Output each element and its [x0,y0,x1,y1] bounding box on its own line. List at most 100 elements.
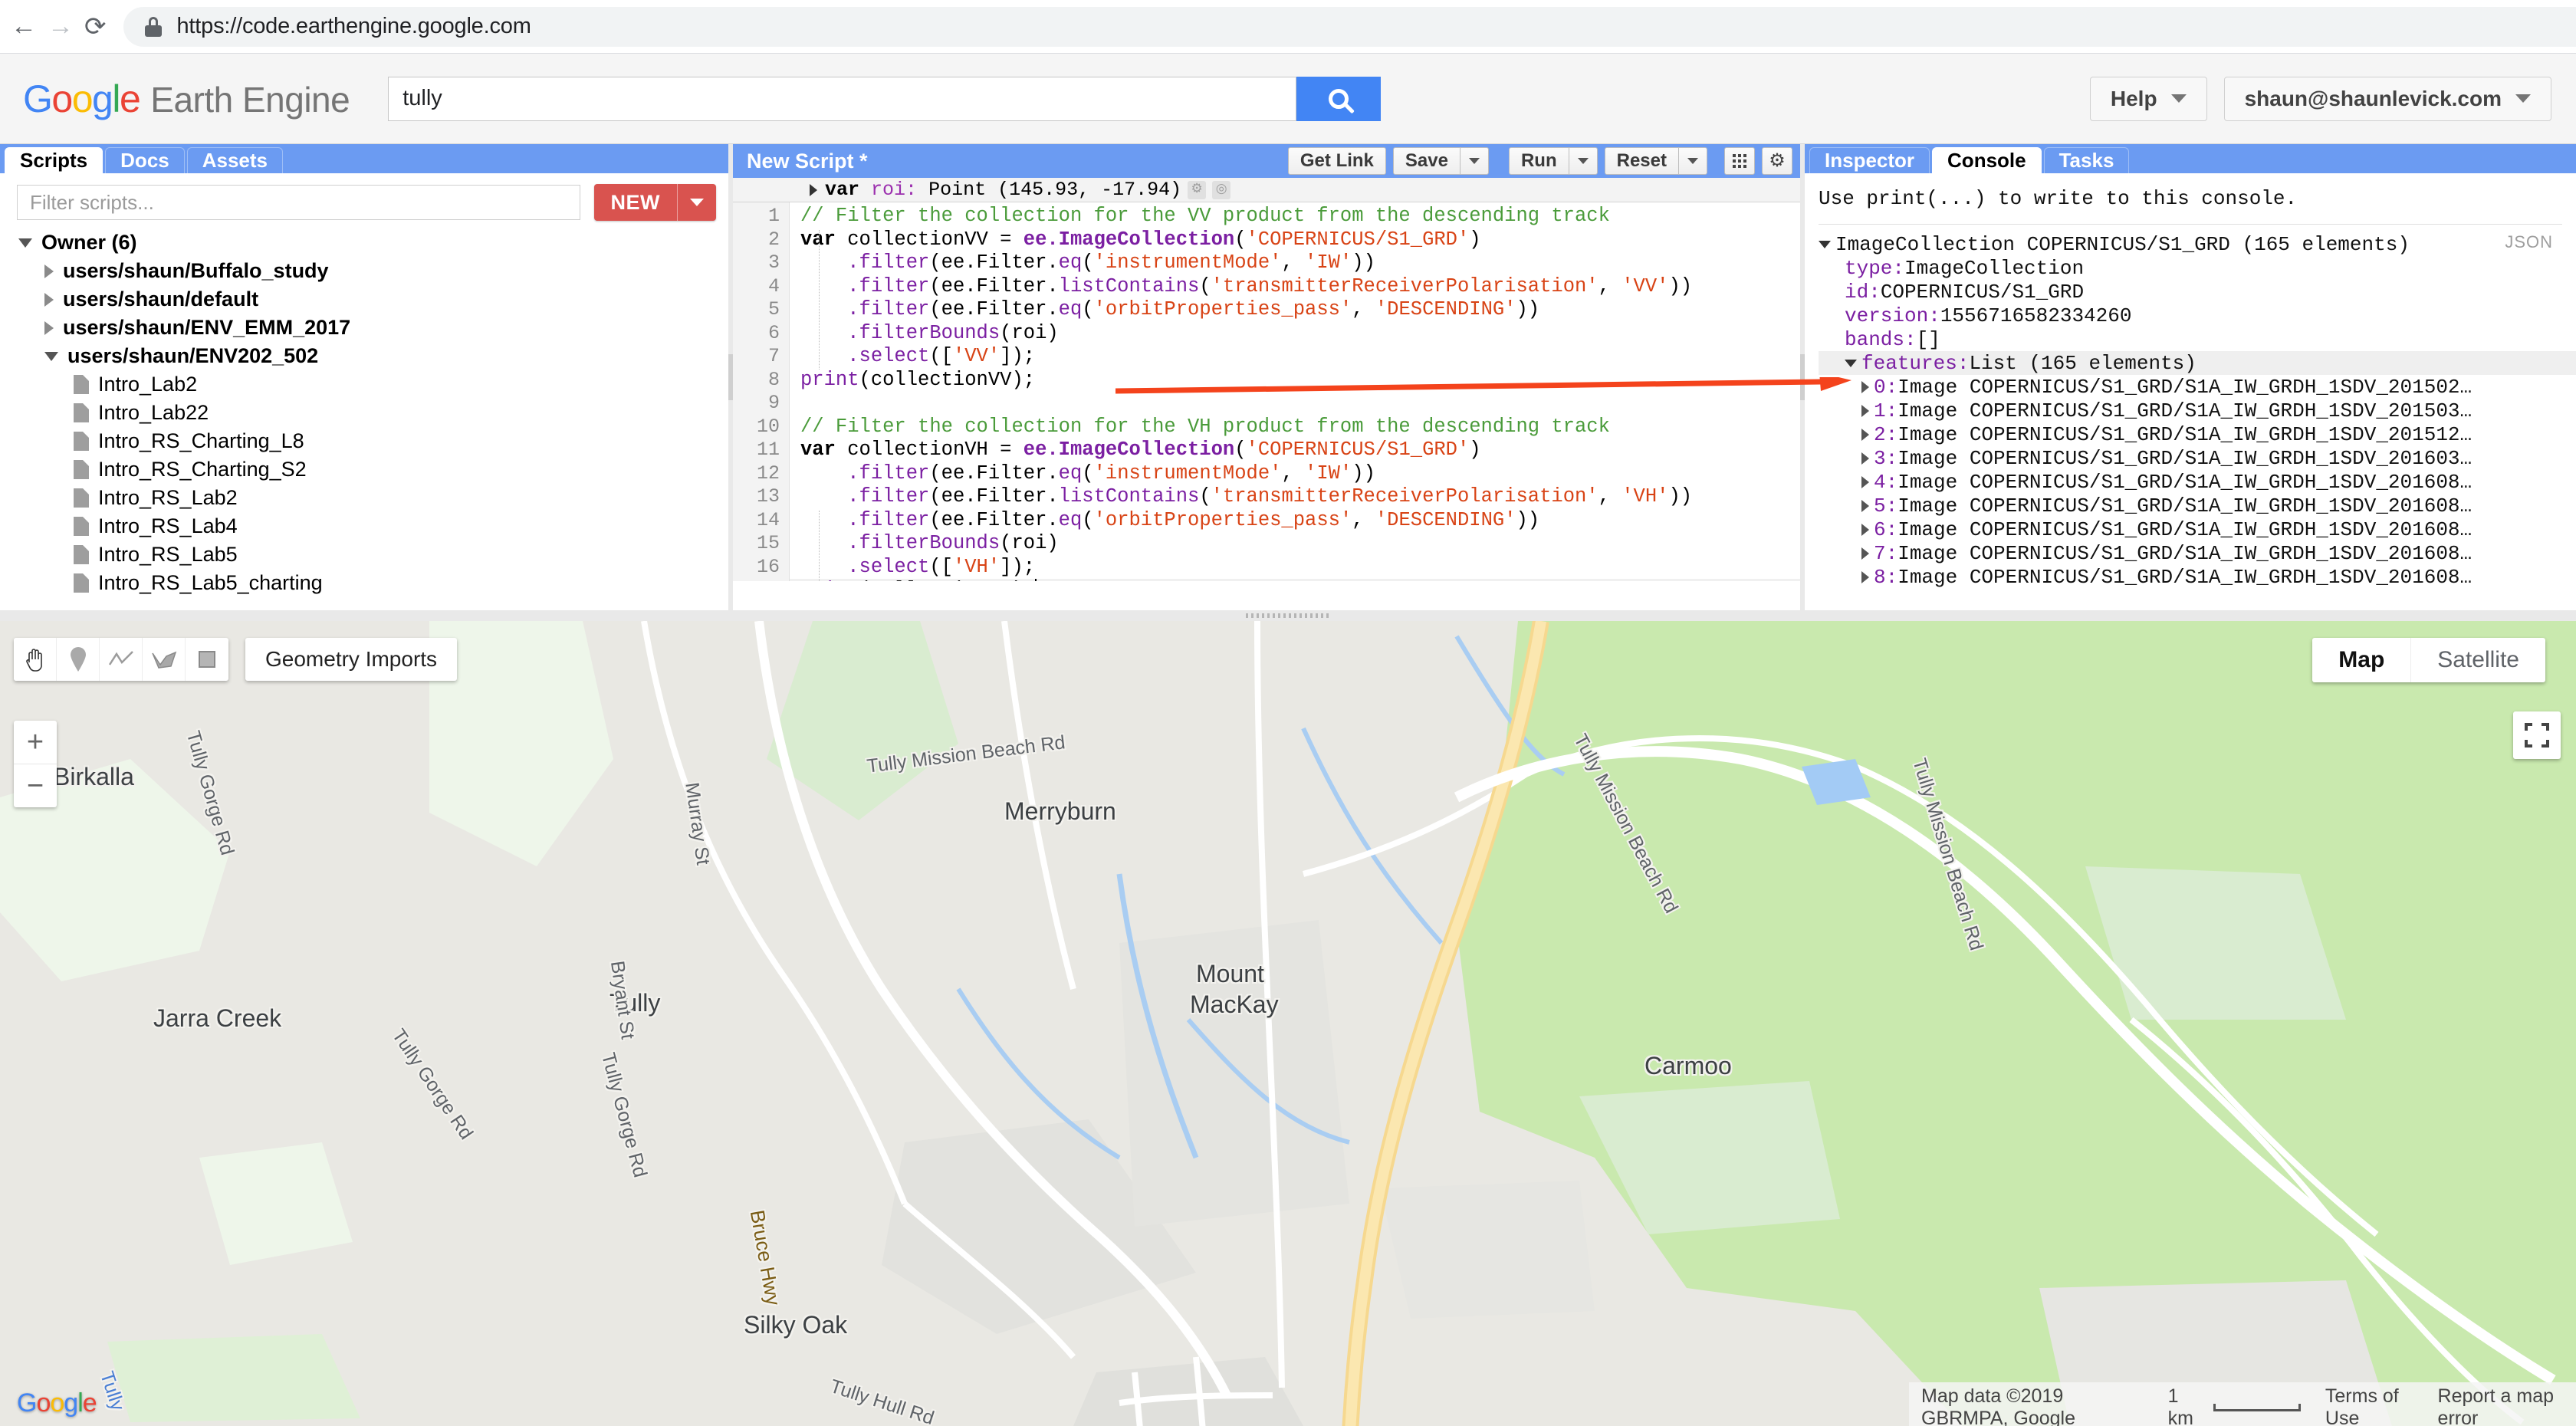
console-feature-row[interactable]: 3: Image COPERNICUS/S1_GRD/S1A_IW_GRDH_1… [1819,446,2576,470]
script-tree-file[interactable]: Intro_Lab2 [18,370,728,399]
json-link[interactable]: JSON [2505,232,2553,252]
triangle-closed-icon[interactable] [1861,428,1869,441]
run-dropdown[interactable] [1569,158,1597,164]
file-icon[interactable] [74,460,89,479]
script-tree-folder[interactable]: users/shaun/ENV202_502 [18,342,728,370]
browser-reload-button[interactable]: ⟳ [84,7,107,47]
new-button-dropdown[interactable] [677,184,716,221]
console-feature-row[interactable]: 6: Image COPERNICUS/S1_GRD/S1A_IW_GRDH_1… [1819,518,2576,541]
triangle-open-icon[interactable] [1819,240,1831,248]
code-line[interactable]: .filterBounds(roi) [790,532,1800,556]
browser-forward-button[interactable]: → [48,7,74,47]
tab-tasks[interactable]: Tasks [2043,147,2130,173]
code-line[interactable]: // Filter the collection for the VH prod… [790,416,1800,439]
script-tree-folder[interactable]: users/shaun/default [18,285,728,314]
roi-config-icon[interactable]: ⚙ [1188,180,1207,199]
tab-scripts[interactable]: Scripts [5,147,104,173]
code-line[interactable]: print(collectionVV); [790,369,1800,393]
triangle-closed-icon[interactable] [1861,452,1869,465]
code-line[interactable]: .filter(ee.Filter.eq('instrumentMode', '… [790,462,1800,486]
triangle-closed-icon[interactable] [1861,380,1869,393]
run-button[interactable]: Run [1508,147,1598,175]
help-menu-button[interactable]: Help [2089,76,2207,121]
code-line[interactable]: // Filter the collection for the VV prod… [790,205,1800,228]
code-line[interactable]: var collectionVV = ee.ImageCollection('C… [790,228,1800,252]
tab-console[interactable]: Console [1932,147,2042,173]
script-tree-file[interactable]: Intro_RS_Charting_S2 [18,455,728,484]
triangle-closed-icon[interactable] [1861,570,1869,583]
file-icon[interactable] [74,545,89,564]
script-tree-file[interactable]: Intro_RS_Lab5_charting [18,569,728,597]
script-tree-folder[interactable]: Owner (6) [18,228,728,257]
triangle-closed-icon[interactable] [1861,547,1869,560]
code-line[interactable]: var collectionVH = ee.ImageCollection('C… [790,439,1800,462]
triangle-open-icon[interactable] [44,351,58,361]
tab-docs[interactable]: Docs [105,147,185,173]
triangle-closed-icon[interactable] [1861,475,1869,488]
code-line[interactable]: .filterBounds(roi) [790,322,1800,346]
code-line[interactable]: print(collectionVH); [790,579,1800,581]
console-features-row[interactable]: features: List (165 elements) [1819,351,2576,375]
triangle-closed-icon[interactable] [1861,499,1869,512]
settings-button[interactable]: ⚙ [1762,147,1792,175]
console-feature-row[interactable]: 4: Image COPERNICUS/S1_GRD/S1A_IW_GRDH_1… [1819,470,2576,494]
file-icon[interactable] [74,573,89,593]
account-menu-button[interactable]: shaun@shaunlevick.com [2223,76,2551,121]
search-button[interactable] [1296,76,1382,121]
code-area[interactable]: 1234567891011121314151617 // Filter the … [733,202,1800,581]
triangle-closed-icon[interactable] [44,264,54,278]
script-tree-file[interactable]: Intro_RS_Lab5 [18,540,728,569]
code-line[interactable]: .select(['VH']); [790,556,1800,580]
marker-point-icon[interactable] [57,638,100,681]
triangle-open-icon[interactable] [1845,359,1857,367]
code-line[interactable]: .filter(ee.Filter.eq('instrumentMode', '… [790,251,1800,275]
imports-roi-row[interactable]: var roi: Point (145.93, -17.94) ⚙ ◎ [733,178,1800,202]
map-canvas[interactable]: A1 BirkallaMerryburnTullyJarra CreekMoun… [0,621,2576,1426]
map-type-satellite[interactable]: Satellite [2410,638,2545,682]
geometry-imports-button[interactable]: Geometry Imports [245,638,458,681]
fullscreen-button[interactable] [2513,711,2561,759]
filter-scripts-input[interactable] [17,185,580,220]
code-line[interactable]: .filter(ee.Filter.eq('orbitProperties_pa… [790,509,1800,533]
script-tree-file[interactable]: Intro_RS_Lab2 [18,484,728,512]
horizontal-resizer[interactable] [0,610,2576,621]
console-feature-row[interactable]: 8: Image COPERNICUS/S1_GRD/S1A_IW_GRDH_1… [1819,565,2576,589]
address-bar[interactable]: https://code.earthengine.google.com [123,6,2576,47]
code-line[interactable]: .filter(ee.Filter.eq('orbitProperties_pa… [790,298,1800,322]
triangle-closed-icon[interactable] [44,292,54,307]
polygon-icon[interactable] [143,638,186,681]
new-script-button[interactable]: NEW [593,184,716,221]
reset-button[interactable]: Reset [1604,147,1707,175]
script-tree-folder[interactable]: users/shaun/Buffalo_study [18,257,728,285]
console-feature-row[interactable]: 0: Image COPERNICUS/S1_GRD/S1A_IW_GRDH_1… [1819,375,2576,399]
code-line[interactable]: .filter(ee.Filter.listContains('transmit… [790,485,1800,509]
zoom-in-button[interactable]: + [14,721,57,764]
chevron-right-icon[interactable] [810,183,817,196]
rectangle-icon[interactable] [186,638,228,681]
tab-assets[interactable]: Assets [186,147,284,173]
console-feature-row[interactable]: 1: Image COPERNICUS/S1_GRD/S1A_IW_GRDH_1… [1819,399,2576,422]
triangle-open-icon[interactable] [18,238,32,248]
code-line[interactable]: .select(['VV']); [790,345,1800,369]
zoom-out-button[interactable]: − [14,764,57,807]
roi-locate-icon[interactable]: ◎ [1212,180,1231,199]
apps-grid-button[interactable] [1724,147,1755,175]
code-line[interactable] [790,392,1800,416]
polyline-icon[interactable] [100,638,143,681]
console-root-row[interactable]: ImageCollection COPERNICUS/S1_GRD (165 e… [1819,232,2576,256]
file-icon[interactable] [74,403,89,422]
map-type-map[interactable]: Map [2312,638,2410,682]
save-button[interactable]: Save [1392,147,1489,175]
browser-back-button[interactable]: ← [11,7,37,47]
console-feature-row[interactable]: 2: Image COPERNICUS/S1_GRD/S1A_IW_GRDH_1… [1819,422,2576,446]
file-icon[interactable] [74,432,89,451]
console-feature-row[interactable]: 7: Image COPERNICUS/S1_GRD/S1A_IW_GRDH_1… [1819,541,2576,565]
report-map-error-link[interactable]: Report a map error [2426,1382,2576,1426]
search-input[interactable] [388,76,1297,121]
code-line[interactable]: .filter(ee.Filter.listContains('transmit… [790,275,1800,299]
triangle-closed-icon[interactable] [1861,523,1869,536]
script-tree-file[interactable]: Intro_RS_Lab4 [18,512,728,540]
file-icon[interactable] [74,488,89,508]
terms-of-use-link[interactable]: Terms of Use [2313,1382,2426,1426]
triangle-closed-icon[interactable] [1861,404,1869,417]
